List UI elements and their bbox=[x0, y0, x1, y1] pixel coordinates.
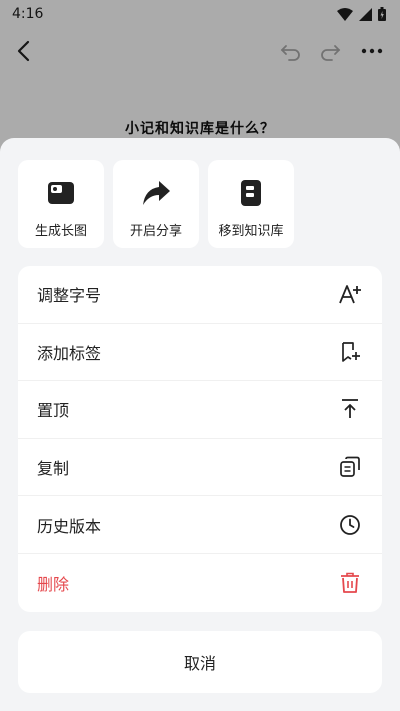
enable-share-button[interactable]: 开启分享 bbox=[113, 160, 199, 248]
menu-item-label: 历史版本 bbox=[37, 516, 102, 536]
generate-long-image-button[interactable]: 生成长图 bbox=[18, 160, 104, 248]
history-icon bbox=[338, 513, 362, 537]
menu-item-label: 调整字号 bbox=[37, 286, 102, 306]
quick-action-label: 开启分享 bbox=[129, 224, 182, 239]
quick-actions: 生成长图 开启分享 移到知识库 bbox=[18, 160, 294, 248]
menu-item-font-size[interactable]: 调整字号 bbox=[18, 266, 382, 324]
pin-top-icon bbox=[338, 397, 362, 421]
menu-item-copy[interactable]: 复制 bbox=[18, 439, 382, 497]
menu-item-label: 添加标签 bbox=[37, 343, 102, 363]
menu-list: 调整字号 添加标签 置顶 复制 历史版本 删除 bbox=[18, 266, 382, 612]
menu-item-label: 置顶 bbox=[37, 401, 70, 421]
quick-action-label: 移到知识库 bbox=[218, 224, 284, 239]
delete-icon bbox=[338, 571, 362, 595]
share-icon bbox=[143, 181, 170, 205]
move-to-knowledge-base-button[interactable]: 移到知识库 bbox=[208, 160, 294, 248]
menu-item-add-tag[interactable]: 添加标签 bbox=[18, 324, 382, 382]
menu-item-delete[interactable]: 删除 bbox=[18, 554, 382, 612]
quick-action-label: 生成长图 bbox=[34, 224, 87, 239]
menu-item-history[interactable]: 历史版本 bbox=[18, 496, 382, 554]
cancel-button[interactable]: 取消 bbox=[18, 631, 382, 693]
menu-item-label: 删除 bbox=[37, 574, 70, 594]
menu-item-label: 复制 bbox=[37, 459, 70, 479]
knowledge-base-icon bbox=[241, 180, 261, 206]
image-icon bbox=[48, 182, 74, 204]
font-size-icon bbox=[338, 282, 362, 306]
menu-item-pin-top[interactable]: 置顶 bbox=[18, 381, 382, 439]
add-tag-icon bbox=[338, 340, 362, 364]
action-sheet: 生成长图 开启分享 移到知识库 调整字号 添加标签 置顶 复制 历史版本 删除 … bbox=[0, 138, 400, 711]
copy-icon bbox=[338, 455, 362, 479]
